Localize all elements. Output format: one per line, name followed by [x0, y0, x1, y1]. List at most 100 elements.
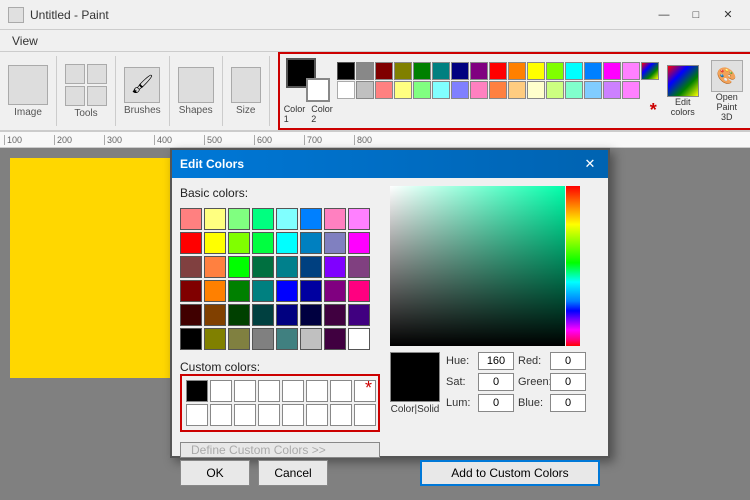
basic-color-45[interactable] [300, 328, 322, 350]
palette-color[interactable] [546, 81, 564, 99]
palette-color[interactable] [451, 81, 469, 99]
green-input[interactable] [550, 373, 586, 391]
basic-color-2[interactable] [228, 208, 250, 230]
custom-color-12[interactable] [258, 404, 280, 426]
palette-color[interactable] [546, 62, 564, 80]
ok-button[interactable]: OK [180, 460, 250, 486]
brushes-btn[interactable]: 🖌 [124, 67, 160, 103]
basic-color-36[interactable] [276, 304, 298, 326]
palette-color[interactable] [565, 81, 583, 99]
basic-color-47[interactable] [348, 328, 370, 350]
basic-color-9[interactable] [204, 232, 226, 254]
palette-color[interactable] [584, 62, 602, 80]
size-btn[interactable] [231, 67, 261, 103]
tool-btn-4[interactable] [87, 86, 107, 106]
basic-color-34[interactable] [228, 304, 250, 326]
basic-color-41[interactable] [204, 328, 226, 350]
basic-color-22[interactable] [324, 256, 346, 278]
basic-color-37[interactable] [300, 304, 322, 326]
basic-color-13[interactable] [300, 232, 322, 254]
custom-color-1[interactable] [186, 380, 208, 402]
palette-color[interactable] [603, 81, 621, 99]
palette-color[interactable] [622, 62, 640, 80]
shapes-btn[interactable] [178, 67, 214, 103]
custom-color-13[interactable] [282, 404, 304, 426]
tool-btn-1[interactable] [65, 64, 85, 84]
basic-color-8[interactable] [180, 232, 202, 254]
palette-color[interactable] [508, 81, 526, 99]
basic-color-21[interactable] [300, 256, 322, 278]
basic-color-6[interactable] [324, 208, 346, 230]
palette-color[interactable] [527, 62, 545, 80]
basic-color-23[interactable] [348, 256, 370, 278]
basic-color-42[interactable] [228, 328, 250, 350]
basic-color-38[interactable] [324, 304, 346, 326]
color-picker-area[interactable] [390, 186, 580, 346]
basic-color-16[interactable] [180, 256, 202, 278]
sat-input[interactable] [478, 373, 514, 391]
basic-color-40[interactable] [180, 328, 202, 350]
edit-colors-button[interactable]: Edit colors [663, 63, 703, 119]
blue-input[interactable] [550, 394, 586, 412]
cancel-button[interactable]: Cancel [258, 460, 328, 486]
palette-color[interactable] [565, 62, 583, 80]
add-custom-colors-button[interactable]: Add to Custom Colors [420, 460, 600, 486]
basic-color-19[interactable] [252, 256, 274, 278]
maximize-button[interactable]: □ [682, 5, 710, 25]
palette-color[interactable] [470, 81, 488, 99]
basic-color-12[interactable] [276, 232, 298, 254]
tool-btn-2[interactable] [87, 64, 107, 84]
custom-color-2[interactable] [210, 380, 232, 402]
basic-color-29[interactable] [300, 280, 322, 302]
palette-color[interactable] [375, 81, 393, 99]
palette-color[interactable] [622, 81, 640, 99]
basic-color-4[interactable] [276, 208, 298, 230]
basic-color-18[interactable] [228, 256, 250, 278]
basic-color-5[interactable] [300, 208, 322, 230]
palette-color[interactable] [508, 62, 526, 80]
basic-color-20[interactable] [276, 256, 298, 278]
custom-color-9[interactable] [186, 404, 208, 426]
hue-input[interactable] [478, 352, 514, 370]
basic-color-24[interactable] [180, 280, 202, 302]
minimize-button[interactable]: — [650, 5, 678, 25]
basic-color-27[interactable] [252, 280, 274, 302]
basic-color-28[interactable] [276, 280, 298, 302]
palette-color[interactable] [413, 62, 431, 80]
view-menu[interactable]: View [4, 32, 46, 50]
palette-color[interactable] [356, 62, 374, 80]
palette-color[interactable] [337, 62, 355, 80]
custom-color-6[interactable] [306, 380, 328, 402]
basic-color-11[interactable] [252, 232, 274, 254]
define-custom-colors-button[interactable]: Define Custom Colors >> [180, 442, 380, 458]
basic-color-1[interactable] [204, 208, 226, 230]
tool-btn-3[interactable] [65, 86, 85, 106]
basic-color-17[interactable] [204, 256, 226, 278]
palette-color[interactable] [584, 81, 602, 99]
basic-color-14[interactable] [324, 232, 346, 254]
palette-color[interactable] [375, 62, 393, 80]
palette-color[interactable] [432, 81, 450, 99]
basic-color-0[interactable] [180, 208, 202, 230]
basic-color-25[interactable] [204, 280, 226, 302]
palette-color[interactable] [489, 81, 507, 99]
basic-color-26[interactable] [228, 280, 250, 302]
basic-color-33[interactable] [204, 304, 226, 326]
palette-color[interactable] [337, 81, 355, 99]
red-input[interactable] [550, 352, 586, 370]
basic-color-46[interactable] [324, 328, 346, 350]
image-btn[interactable] [8, 65, 48, 105]
basic-color-15[interactable] [348, 232, 370, 254]
palette-color[interactable] [603, 62, 621, 80]
basic-color-30[interactable] [324, 280, 346, 302]
palette-color[interactable] [413, 81, 431, 99]
palette-color[interactable] [356, 81, 374, 99]
palette-color[interactable] [489, 62, 507, 80]
basic-color-35[interactable] [252, 304, 274, 326]
custom-color-4[interactable] [258, 380, 280, 402]
palette-color[interactable] [394, 62, 412, 80]
palette-color[interactable] [394, 81, 412, 99]
lum-input[interactable] [478, 394, 514, 412]
basic-color-44[interactable] [276, 328, 298, 350]
close-button[interactable]: ✕ [714, 5, 742, 25]
